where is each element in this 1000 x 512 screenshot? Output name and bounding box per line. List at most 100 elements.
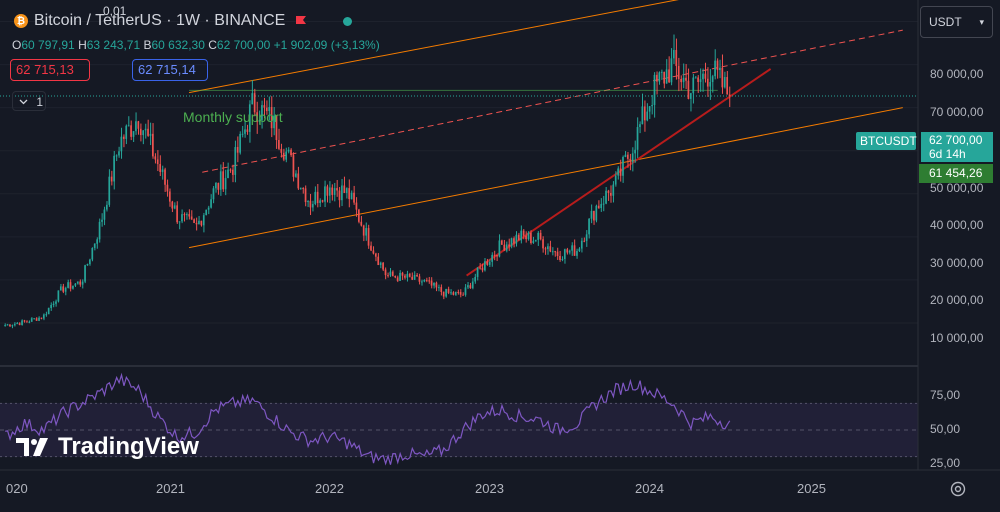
candle <box>593 210 595 225</box>
monthly-support-note[interactable]: Monthly support <box>183 109 283 125</box>
candle <box>173 202 176 210</box>
candle <box>234 140 237 183</box>
candle <box>476 267 479 281</box>
candle <box>447 286 450 295</box>
candle <box>348 179 351 208</box>
candle <box>566 247 569 255</box>
candle <box>11 324 14 329</box>
gear-icon[interactable] <box>948 479 968 499</box>
candle <box>176 201 178 224</box>
candle <box>122 134 125 148</box>
candle <box>365 222 367 241</box>
candle <box>653 72 656 118</box>
candlestick-series <box>4 34 731 329</box>
candle <box>694 75 697 79</box>
candle <box>64 286 67 296</box>
candle <box>207 205 210 215</box>
candle <box>578 247 581 252</box>
candle <box>142 130 145 145</box>
currency-selector[interactable]: USDT ▾ <box>920 6 993 38</box>
buy-button[interactable]: 62 715,14 <box>132 59 208 81</box>
candle <box>229 168 232 173</box>
candle <box>401 271 404 280</box>
time-label: 2025 <box>797 481 826 496</box>
candle <box>105 201 108 212</box>
candle <box>154 153 157 164</box>
candle <box>677 57 680 92</box>
candle <box>668 56 670 83</box>
candle <box>251 80 254 105</box>
candle <box>219 164 222 196</box>
candle <box>648 106 651 119</box>
candle <box>605 186 607 205</box>
candle <box>462 292 464 296</box>
candle <box>181 209 183 224</box>
candle <box>333 182 336 202</box>
candle <box>719 59 721 79</box>
candle <box>195 217 198 231</box>
candle <box>297 166 300 190</box>
candle <box>547 243 549 255</box>
candle <box>602 195 605 212</box>
candle <box>563 248 566 264</box>
candle <box>212 186 215 204</box>
candle <box>110 170 113 186</box>
candle <box>469 282 472 289</box>
candle <box>69 279 72 292</box>
candle <box>357 208 360 224</box>
price-label: 40 000,00 <box>930 218 984 232</box>
candle <box>236 136 239 163</box>
candle <box>636 117 639 159</box>
flag-icon[interactable] <box>295 15 307 27</box>
sell-button[interactable]: 62 715,13 <box>10 59 90 81</box>
tradingview-logo-icon <box>16 438 48 456</box>
candle <box>93 243 96 251</box>
candle <box>188 209 191 220</box>
candle <box>706 67 709 97</box>
candle <box>641 93 644 125</box>
indicators-toggle[interactable]: 1 <box>12 91 46 111</box>
ohlc-legend: O60 797,91 H63 243,71 B60 632,30 C62 700… <box>12 38 380 52</box>
candle <box>665 59 668 84</box>
candle <box>231 164 234 183</box>
candle <box>331 184 334 201</box>
symbol-header[interactable]: ₿ Bitcoin / TetherUS · 1W · BINANCE <box>14 12 353 30</box>
candle <box>723 71 726 89</box>
candle <box>517 232 520 241</box>
candle <box>86 263 89 266</box>
candle <box>583 237 586 243</box>
candle <box>597 200 600 209</box>
candle <box>144 123 147 139</box>
symbol-tag: BTCUSDT <box>856 132 917 150</box>
candle <box>532 236 535 244</box>
candle <box>498 234 501 258</box>
candle <box>76 281 79 285</box>
candle <box>682 63 685 89</box>
candle <box>568 249 571 255</box>
candle <box>622 155 624 183</box>
candle <box>629 153 632 171</box>
candle <box>183 212 186 222</box>
symbol-title[interactable]: Bitcoin / TetherUS · 1W · BINANCE <box>34 12 285 30</box>
candle <box>130 120 132 141</box>
candle <box>47 307 50 315</box>
candle <box>304 185 307 207</box>
candle <box>660 69 663 80</box>
candle <box>35 317 38 321</box>
candle <box>161 165 164 180</box>
candle <box>210 194 212 209</box>
last-price: 62 700,00 <box>929 133 983 147</box>
candle <box>430 277 433 289</box>
candle <box>689 92 692 112</box>
price-label: 30 000,00 <box>930 256 984 270</box>
candle <box>508 238 510 251</box>
candle <box>573 239 576 256</box>
candle <box>355 197 358 217</box>
candle <box>396 275 399 283</box>
candle <box>571 242 573 256</box>
candle <box>98 218 101 243</box>
candle <box>556 247 559 260</box>
candle <box>418 273 421 285</box>
candle <box>125 124 128 145</box>
candle <box>450 289 452 295</box>
